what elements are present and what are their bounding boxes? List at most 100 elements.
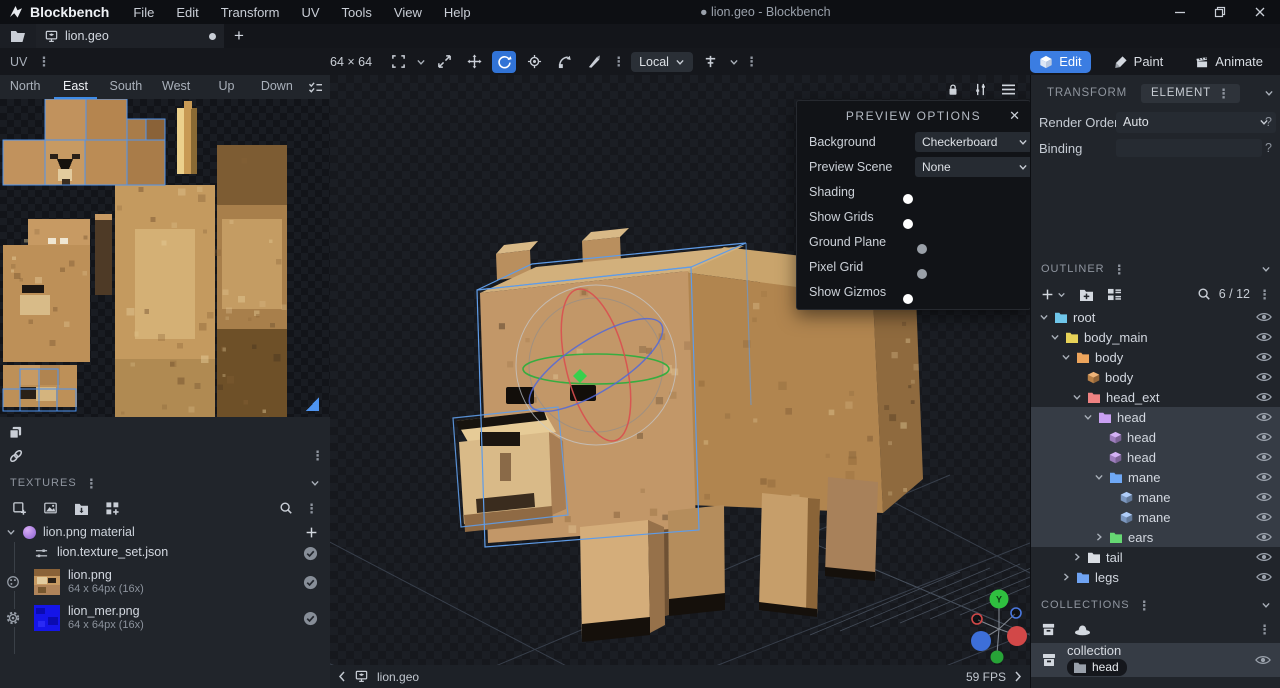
visibility-eye-icon[interactable] (1256, 412, 1272, 422)
visibility-eye-icon[interactable] (1256, 552, 1272, 562)
visibility-eye-icon[interactable] (1256, 312, 1272, 322)
uv-tab-east[interactable]: East (50, 75, 100, 99)
menu-uv[interactable]: UV (301, 5, 319, 20)
menu-view[interactable]: View (394, 5, 422, 20)
uv-canvas[interactable] (0, 99, 330, 417)
outliner-node-mane[interactable]: mane (1031, 487, 1280, 507)
visibility-eye-icon[interactable] (1255, 655, 1271, 665)
hat-icon[interactable] (1074, 622, 1091, 636)
status-next-icon[interactable] (1014, 671, 1022, 682)
menu-tools[interactable]: Tools (342, 5, 372, 20)
toolbar-menu-icon[interactable]: ⋮ (612, 55, 625, 68)
uv-strip-menu-icon[interactable]: ⋮ (311, 449, 324, 462)
visibility-eye-icon[interactable] (1256, 452, 1272, 462)
outliner-node-head[interactable]: head (1031, 427, 1280, 447)
fullscreen-uv-icon[interactable] (386, 51, 410, 73)
texture-thumbnail[interactable] (34, 569, 60, 595)
material-row[interactable]: lion.png material (0, 522, 330, 542)
scale-tool[interactable] (432, 51, 456, 73)
rotate-tool[interactable] (492, 51, 516, 73)
chevron-right-icon[interactable] (1093, 532, 1104, 542)
orientation-gizmo[interactable]: Y (966, 585, 1030, 669)
chevron-down-icon[interactable] (1038, 312, 1049, 322)
outliner-menu-icon[interactable]: ⋮ (1113, 263, 1126, 276)
outliner-node-ears[interactable]: ears (1031, 527, 1280, 547)
outliner-node-head_ext[interactable]: head_ext (1031, 387, 1280, 407)
visibility-eye-icon[interactable] (1256, 532, 1272, 542)
menu-file[interactable]: File (133, 5, 154, 20)
chevron-right-icon[interactable] (1071, 552, 1082, 562)
outliner-node-body[interactable]: body (1031, 367, 1280, 387)
outliner-node-body[interactable]: body (1031, 347, 1280, 367)
visibility-eye-icon[interactable] (1256, 512, 1272, 522)
outliner-collapse-icon[interactable] (1261, 264, 1271, 274)
import-folder-button[interactable] (74, 502, 89, 515)
close-button[interactable] (1240, 0, 1280, 24)
sliders-icon[interactable] (973, 82, 988, 97)
mode-edit[interactable]: Edit (1030, 51, 1090, 73)
gear-icon[interactable] (6, 609, 20, 627)
outliner-node-root[interactable]: root (1031, 307, 1280, 327)
knife-tool[interactable] (582, 51, 606, 73)
chevron-down-icon[interactable] (1082, 412, 1093, 422)
panel-collapse-icon[interactable] (1264, 88, 1274, 98)
move-tool[interactable] (462, 51, 486, 73)
collections-menu-icon[interactable]: ⋮ (1138, 599, 1151, 612)
help-icon[interactable]: ? (1265, 115, 1272, 129)
texture-enabled-icon[interactable] (303, 546, 318, 561)
texture-item-lion_mer-png[interactable]: lion_mer.png64 x 64px (16x) (0, 600, 330, 636)
outliner-node-body_main[interactable]: body_main (1031, 327, 1280, 347)
visibility-eye-icon[interactable] (1256, 572, 1272, 582)
visibility-eye-icon[interactable] (1256, 332, 1272, 342)
tab-element[interactable]: ELEMENT⋮ (1141, 84, 1240, 103)
menu-help[interactable]: Help (444, 5, 471, 20)
chevron-down-icon[interactable] (1093, 472, 1104, 482)
menu-edit[interactable]: Edit (176, 5, 198, 20)
link-icon[interactable] (8, 448, 24, 464)
uv-tab-west[interactable]: West (151, 75, 201, 99)
uv-panel-menu-icon[interactable]: ⋮ (37, 55, 50, 68)
add-group-button[interactable] (1041, 288, 1066, 301)
texture-enabled-icon[interactable] (303, 611, 318, 626)
add-collection-button[interactable] (1041, 622, 1056, 637)
collections-collapse-icon[interactable] (1261, 600, 1271, 610)
collection-item[interactable]: collection head (1031, 643, 1280, 677)
uv-tab-down[interactable]: Down (252, 75, 302, 99)
chevron-right-icon[interactable] (1060, 572, 1071, 582)
mode-paint[interactable]: Paint (1105, 51, 1173, 73)
uv-tab-up[interactable]: Up (201, 75, 251, 99)
status-prev-icon[interactable] (338, 671, 346, 682)
visibility-eye-icon[interactable] (1256, 472, 1272, 482)
uv-tab-south[interactable]: South (101, 75, 151, 99)
toolbar-overflow-menu-icon[interactable]: ⋮ (745, 55, 758, 68)
append-templates-button[interactable] (105, 501, 120, 516)
copy-icon[interactable] (8, 425, 23, 440)
render-order-select[interactable]: Auto (1116, 112, 1276, 133)
textures-toolbar-menu-icon[interactable]: ⋮ (305, 502, 318, 515)
textures-menu-icon[interactable]: ⋮ (85, 477, 98, 490)
texture-item-lion-texture_set-json[interactable]: lion.texture_set.json (0, 542, 330, 564)
collections-toolbar-menu-icon[interactable]: ⋮ (1258, 623, 1271, 636)
pivot-tool[interactable] (522, 51, 546, 73)
open-folder-button[interactable] (0, 24, 36, 48)
option-select-preview-scene[interactable]: None (915, 157, 1030, 177)
chevron-down-icon[interactable] (1071, 392, 1082, 402)
search-icon[interactable] (279, 501, 293, 515)
add-folder-button[interactable] (1079, 288, 1094, 301)
visibility-eye-icon[interactable] (1256, 432, 1272, 442)
tab-lion-geo[interactable]: lion.geo (36, 24, 224, 48)
collection-content-badge[interactable]: head (1067, 659, 1127, 676)
chevron-down-icon[interactable] (729, 57, 739, 67)
visibility-eye-icon[interactable] (1256, 392, 1272, 402)
palette-icon[interactable] (6, 573, 20, 591)
texture-enabled-icon[interactable] (303, 575, 318, 590)
menu-icon[interactable] (1001, 83, 1016, 96)
snap-settings-icon[interactable] (699, 51, 723, 73)
outliner-node-mane[interactable]: mane (1031, 507, 1280, 527)
import-texture-button[interactable] (12, 501, 27, 516)
uv-checklist-icon[interactable] (302, 81, 330, 94)
search-icon[interactable] (1197, 287, 1211, 301)
outliner-node-head[interactable]: head (1031, 447, 1280, 467)
uv-tab-north[interactable]: North (0, 75, 50, 99)
minimize-button[interactable] (1160, 0, 1200, 24)
